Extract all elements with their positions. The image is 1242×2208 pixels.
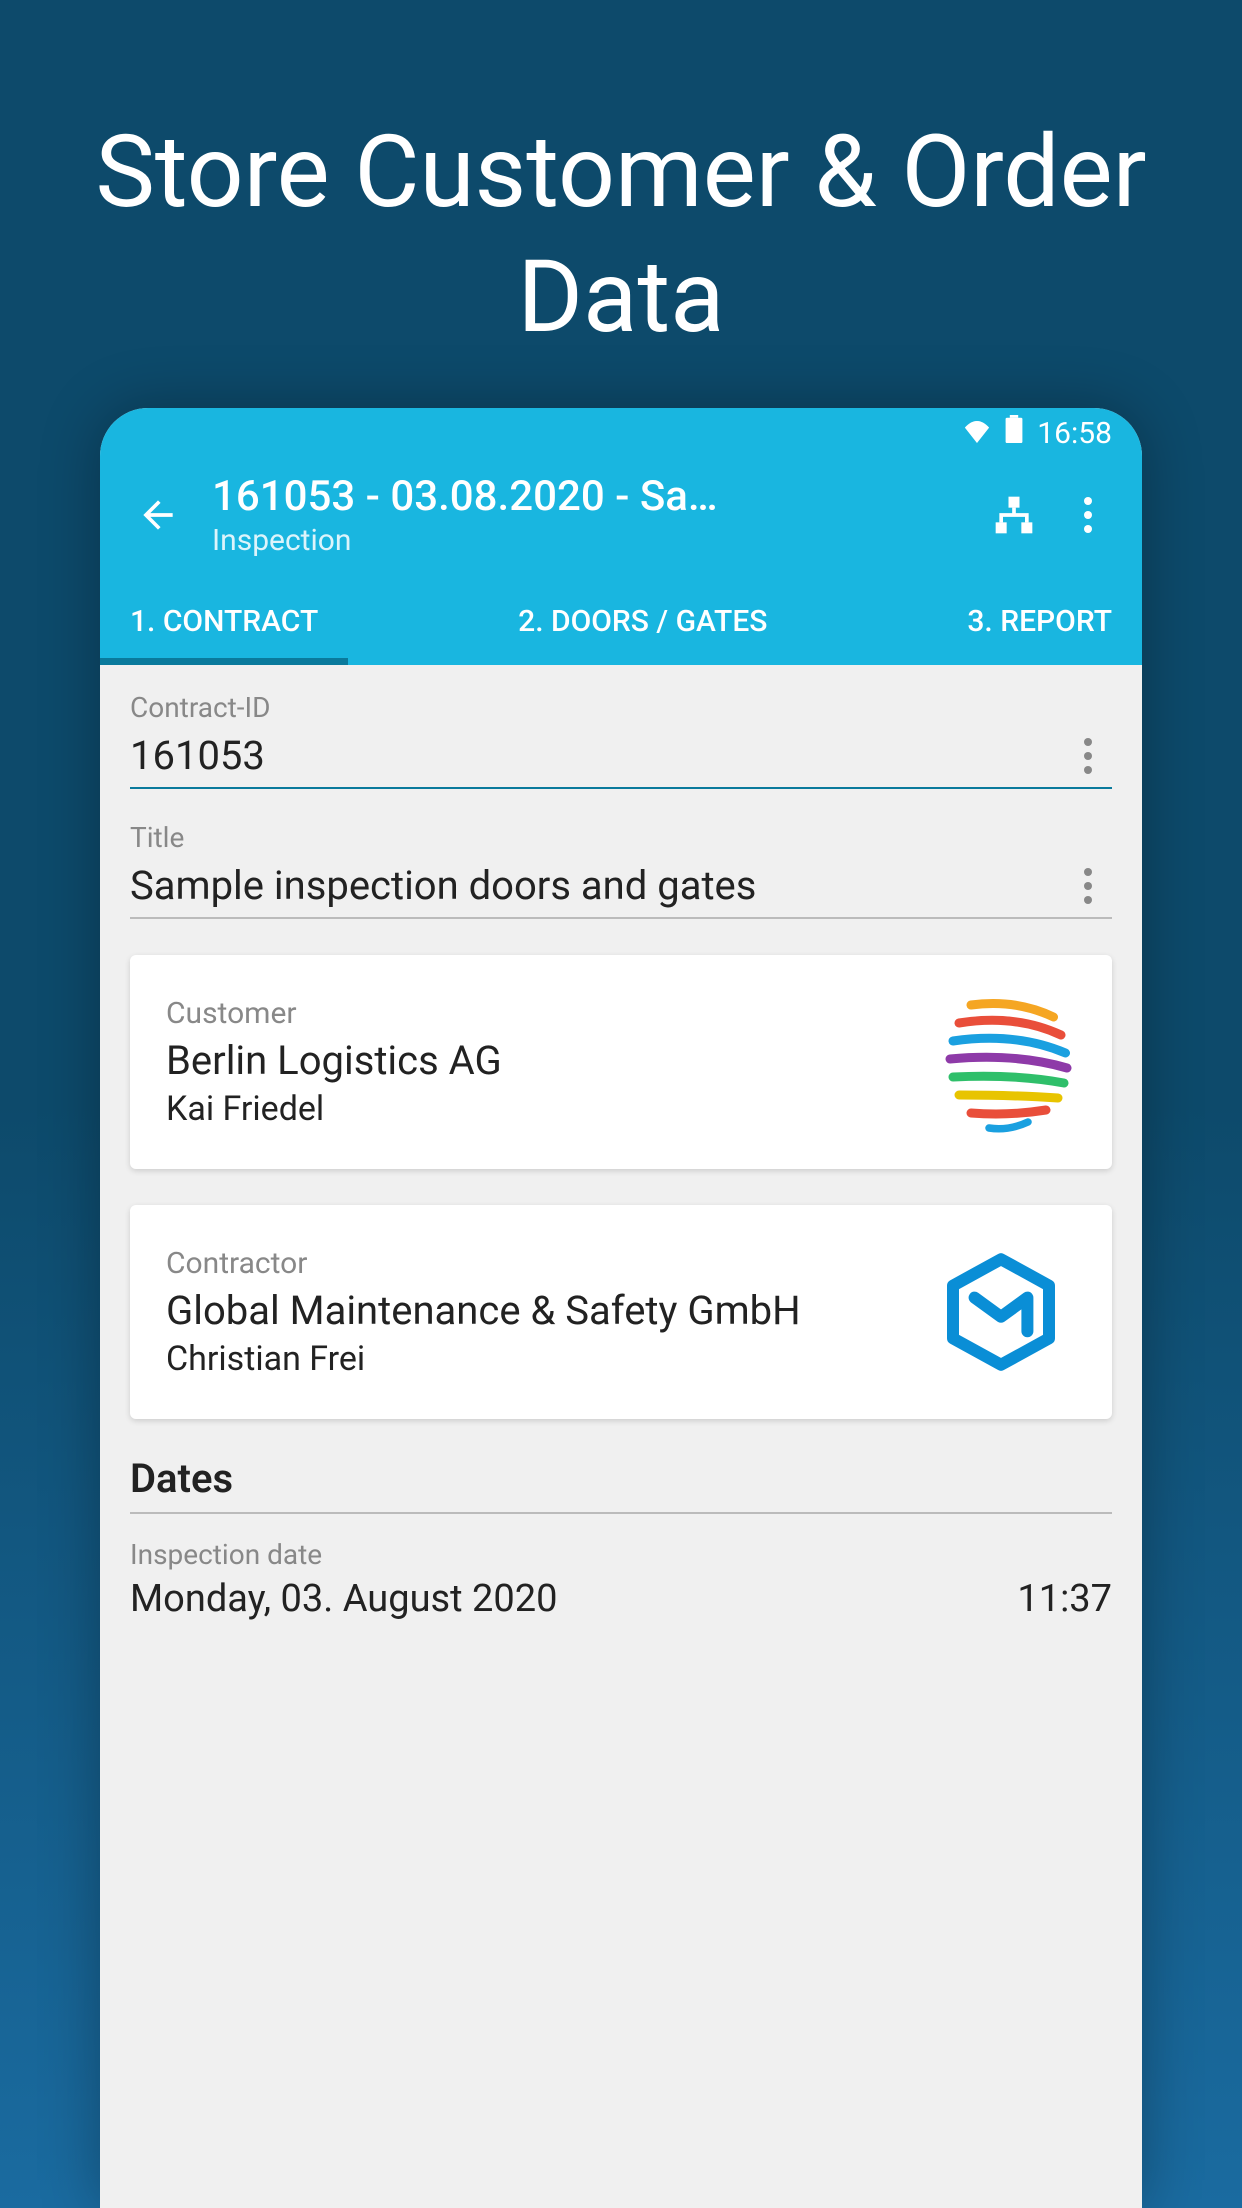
more-vert-icon (1084, 738, 1092, 774)
tabs: 1. CONTRACT 2. DOORS / GATES 3. REPORT (100, 580, 1142, 665)
dates-heading: Dates (130, 1455, 1112, 1514)
overflow-menu-button[interactable] (1064, 491, 1112, 539)
app-bar: 161053 - 03.08.2020 - Sa… Inspection (100, 458, 1142, 580)
app-bar-titles: 161053 - 03.08.2020 - Sa… Inspection (212, 472, 964, 558)
hierarchy-icon (992, 493, 1036, 537)
title-menu-button[interactable] (1064, 868, 1112, 904)
contractor-name: Global Maintenance & Safety GmbH (166, 1287, 902, 1335)
app-bar-title: 161053 - 03.08.2020 - Sa… (212, 472, 964, 521)
contract-id-field: Contract-ID 161053 (130, 691, 1112, 789)
inspection-date-time[interactable]: 11:37 (1017, 1577, 1112, 1621)
promo-title: Store Customer & Order Data (0, 0, 1242, 420)
inspection-date-field: Inspection date Monday, 03. August 2020 … (130, 1538, 1112, 1621)
battery-icon (1005, 415, 1023, 451)
contractor-card[interactable]: Contractor Global Maintenance & Safety G… (130, 1205, 1112, 1419)
inspection-date-value[interactable]: Monday, 03. August 2020 (130, 1577, 557, 1621)
arrow-left-icon (136, 493, 180, 537)
tab-report[interactable]: 3. REPORT (937, 580, 1142, 665)
contractor-contact: Christian Frei (166, 1339, 902, 1379)
inspection-date-label: Inspection date (130, 1538, 1112, 1571)
tab-doors-gates[interactable]: 2. DOORS / GATES (348, 580, 937, 665)
customer-name: Berlin Logistics AG (166, 1037, 902, 1085)
contract-id-menu-button[interactable] (1064, 738, 1112, 774)
content-area: Contract-ID 161053 Title Sample inspecti… (100, 665, 1142, 1621)
customer-card[interactable]: Customer Berlin Logistics AG Kai Friedel (130, 955, 1112, 1169)
title-label: Title (130, 821, 1112, 854)
hierarchy-button[interactable] (990, 491, 1038, 539)
app-bar-subtitle: Inspection (212, 523, 964, 558)
customer-logo (926, 987, 1076, 1137)
title-field: Title Sample inspection doors and gates (130, 821, 1112, 919)
status-time: 16:58 (1037, 416, 1112, 451)
contract-id-label: Contract-ID (130, 691, 1112, 724)
contract-id-input[interactable]: 161053 (130, 732, 1064, 779)
back-button[interactable] (130, 487, 186, 543)
wifi-icon (963, 416, 991, 451)
more-vert-icon (1084, 868, 1092, 904)
phone-frame: 16:58 161053 - 03.08.2020 - Sa… Inspecti… (100, 408, 1142, 2208)
contractor-label: Contractor (166, 1246, 902, 1281)
status-bar: 16:58 (100, 408, 1142, 458)
customer-label: Customer (166, 996, 902, 1031)
title-input[interactable]: Sample inspection doors and gates (130, 862, 1064, 909)
customer-contact: Kai Friedel (166, 1089, 902, 1129)
globe-stripes-icon (926, 987, 1076, 1137)
contractor-logo (926, 1237, 1076, 1387)
hexagon-m-icon (941, 1252, 1061, 1372)
tab-contract[interactable]: 1. CONTRACT (100, 580, 348, 665)
more-vert-icon (1084, 497, 1092, 533)
